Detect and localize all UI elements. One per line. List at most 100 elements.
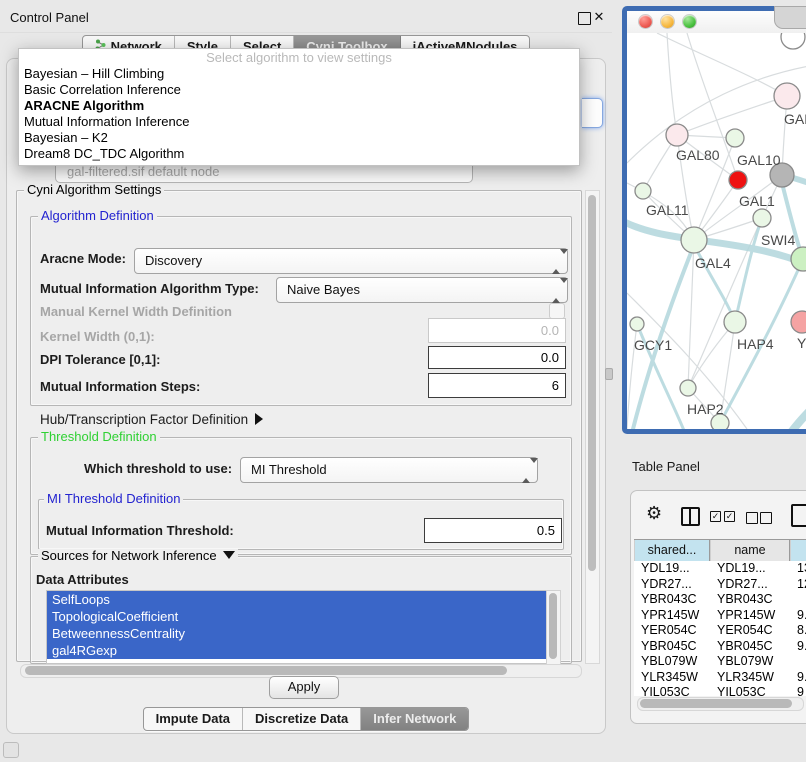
mi-type-label: Mutual Information Algorithm Type:: [40, 281, 259, 296]
traffic-light-close-icon[interactable]: [639, 15, 652, 28]
table-cell: YER054C: [710, 623, 790, 639]
network-node-gal4[interactable]: [681, 227, 707, 253]
kernel-width-field[interactable]: [428, 318, 566, 343]
aracne-mode-label: Aracne Mode:: [40, 251, 126, 266]
table-cell: YBR045C: [634, 639, 710, 655]
table-row[interactable]: YBL079WYBL079W: [634, 654, 806, 670]
table-row[interactable]: YDR27...YDR27...12: [634, 577, 806, 593]
node-label-gal: GAL: [784, 111, 806, 127]
table-cell: YIL053C: [634, 685, 710, 696]
algorithm-option-dream8-dc-tdc-algorithm[interactable]: Dream8 DC_TDC Algorithm: [19, 146, 579, 162]
table-horizontal-scrollbar[interactable]: [637, 697, 804, 711]
data-attributes-list[interactable]: SelfLoopsTopologicalCoefficientBetweenne…: [46, 590, 548, 664]
node-label-hap2: HAP2: [687, 401, 724, 417]
checkbox-unchecked-icon[interactable]: [746, 512, 758, 524]
network-canvas[interactable]: GALGAL80GAL10GAL1GAL11SWI4GAL4GCY1HAP4YH…: [627, 33, 806, 429]
algorithm-dropdown-placeholder: Select algorithm to view settings: [19, 49, 579, 66]
table-cell: YPR145W: [710, 608, 790, 624]
attribute-item-topologicalcoefficient[interactable]: TopologicalCoefficient: [47, 608, 547, 625]
table-cell: YBR045C: [710, 639, 790, 655]
float-window-icon[interactable]: [578, 12, 591, 25]
table-panel-title: Table Panel: [632, 459, 700, 474]
network-node-hap4[interactable]: [724, 311, 746, 333]
algorithm-option-basic-correlation-inference[interactable]: Basic Correlation Inference: [19, 82, 579, 98]
screen: Control Panel ✕ NetworkStyleSelectCyni T…: [0, 0, 806, 762]
mi-steps-label: Mutual Information Steps:: [40, 379, 200, 394]
table-cell: YLR345W: [710, 670, 790, 686]
expanded-arrow-icon[interactable]: [223, 551, 235, 559]
network-node-y[interactable]: [791, 311, 806, 333]
tab-infer-network[interactable]: Infer Network: [361, 708, 468, 730]
table-row[interactable]: YDL19...YDL19...13: [634, 561, 806, 577]
network-node[interactable]: [791, 247, 806, 271]
network-node-swi4[interactable]: [753, 209, 771, 227]
attribute-item-gal4rgexp[interactable]: gal4RGexp: [47, 642, 547, 659]
hub-definition-row[interactable]: Hub/Transcription Factor Definition: [40, 412, 263, 427]
node-label-gal10: GAL10: [737, 152, 781, 168]
mi-threshold-field[interactable]: [424, 518, 562, 543]
table-row[interactable]: YPR145WYPR145W9.: [634, 608, 806, 624]
network-node-gal[interactable]: [774, 83, 800, 109]
algorithm-option-aracne-algorithm[interactable]: ARACNE Algorithm: [19, 98, 579, 114]
network-node-gal80[interactable]: [666, 124, 688, 146]
network-node-gal11[interactable]: [635, 183, 651, 199]
tab-impute-data[interactable]: Impute Data: [144, 708, 243, 730]
collapsed-panel-icon[interactable]: [3, 742, 19, 758]
network-node-gal1[interactable]: [729, 171, 747, 189]
network-canvas-container: GALGAL80GAL10GAL1GAL11SWI4GAL4GCY1HAP4YH…: [627, 11, 806, 429]
dpi-tolerance-field[interactable]: [428, 346, 566, 369]
columns-icon[interactable]: [681, 507, 700, 526]
gear-icon[interactable]: ⚙: [646, 503, 662, 523]
threshold-definition-title: Threshold Definition: [38, 430, 160, 444]
table-rows: YDL19...YDL19...13YDR27...YDR27...12YBR0…: [634, 561, 806, 696]
algorithm-option-bayesian-hill-climbing[interactable]: Bayesian – Hill Climbing: [19, 66, 579, 82]
table-header-row: shared...name: [634, 539, 806, 562]
network-node[interactable]: [781, 33, 805, 49]
aracne-mode-combobox[interactable]: Discovery: [134, 248, 568, 274]
panel-splitter-handle[interactable]: [605, 368, 613, 380]
network-graph: [627, 33, 806, 429]
table-row[interactable]: YIL053CYIL053C9: [634, 685, 806, 696]
attribute-item-selfloops[interactable]: SelfLoops: [47, 591, 547, 608]
close-icon[interactable]: ✕: [592, 9, 606, 25]
document-icon[interactable]: [791, 504, 806, 527]
mi-steps-field[interactable]: [428, 373, 566, 398]
settings-vertical-scrollbar[interactable]: [585, 190, 600, 664]
sources-group-title[interactable]: Sources for Network Inference: [38, 549, 238, 563]
mi-type-combobox[interactable]: Naive Bayes: [276, 277, 568, 303]
apply-button[interactable]: Apply: [269, 676, 339, 699]
table-cell: 9.: [790, 608, 806, 624]
collapsed-arrow-icon[interactable]: [255, 413, 263, 425]
table-cell: YDR27...: [634, 577, 710, 593]
table-cell: 13: [790, 561, 806, 577]
network-node-gcy1[interactable]: [630, 317, 644, 331]
table-row[interactable]: YLR345WYLR345W9.: [634, 670, 806, 686]
algorithm-dropdown-items: Bayesian – Hill ClimbingBasic Correlatio…: [19, 66, 579, 162]
tab-discretize-data-label: Discretize Data: [255, 711, 348, 726]
column-header-name[interactable]: name: [710, 540, 790, 561]
node-label-gal11: GAL11: [646, 202, 689, 218]
network-node-hap2[interactable]: [680, 380, 696, 396]
data-attributes-label: Data Attributes: [36, 572, 129, 587]
column-header-shared[interactable]: shared...: [634, 540, 710, 561]
which-threshold-combobox[interactable]: MI Threshold: [240, 457, 538, 483]
table-row[interactable]: YBR043CYBR043C: [634, 592, 806, 608]
table-row[interactable]: YER054CYER054C8.: [634, 623, 806, 639]
column-header-cut[interactable]: [790, 540, 806, 561]
table-row[interactable]: YBR045CYBR045C9.: [634, 639, 806, 655]
checkbox-checked-icon[interactable]: ✓: [710, 511, 721, 522]
manual-kernel-checkbox[interactable]: [549, 303, 565, 319]
traffic-light-minimize-icon[interactable]: [661, 15, 674, 28]
checkbox-checked-icon[interactable]: ✓: [724, 511, 735, 522]
attributes-scrollbar[interactable]: [546, 590, 561, 666]
network-node-gal10[interactable]: [726, 129, 744, 147]
focused-combo-fragment[interactable]: [582, 98, 603, 128]
attribute-item-betweennesscentrality[interactable]: BetweennessCentrality: [47, 625, 547, 642]
traffic-light-zoom-icon[interactable]: [683, 15, 696, 28]
dpi-tolerance-label: DPI Tolerance [0,1]:: [40, 352, 160, 367]
tab-discretize-data[interactable]: Discretize Data: [243, 708, 361, 730]
tab-impute-data-label: Impute Data: [156, 711, 230, 726]
algorithm-option-bayesian-k2[interactable]: Bayesian – K2: [19, 130, 579, 146]
algorithm-option-mutual-information-inference[interactable]: Mutual Information Inference: [19, 114, 579, 130]
checkbox-unchecked-icon[interactable]: [760, 512, 772, 524]
